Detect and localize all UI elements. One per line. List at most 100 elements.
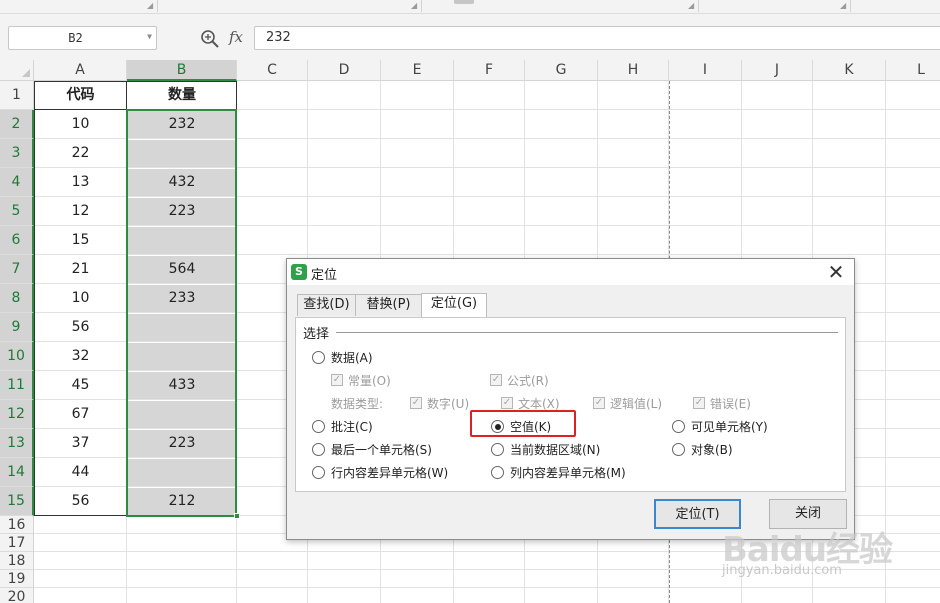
tab-find[interactable]: 查找(D) <box>297 294 356 316</box>
cell-b3[interactable] <box>128 140 236 167</box>
name-box[interactable]: B2 ▼ <box>8 26 157 50</box>
row-header-2[interactable]: 2 <box>0 110 34 139</box>
select-all-corner[interactable] <box>0 60 34 81</box>
formula-input[interactable]: 232 <box>254 26 940 50</box>
cell-b14[interactable] <box>128 459 236 486</box>
row-header-20[interactable]: 20 <box>0 588 34 603</box>
close-icon[interactable]: ✕ <box>824 260 848 284</box>
cell-b5[interactable]: 223 <box>128 198 236 225</box>
radio-button[interactable] <box>312 351 325 364</box>
chevron-down-icon[interactable]: ▼ <box>147 32 152 41</box>
cell-a6[interactable]: 15 <box>35 227 126 254</box>
radio-button[interactable] <box>312 466 325 479</box>
checkbox-label: 公式(R) <box>507 374 549 388</box>
row-header-4[interactable]: 4 <box>0 168 34 197</box>
row-header-10[interactable]: 10 <box>0 342 34 371</box>
column-header-f[interactable]: F <box>454 60 525 81</box>
row-header-9[interactable]: 9 <box>0 313 34 342</box>
column-header-b[interactable]: B <box>127 60 237 81</box>
cell-a14[interactable]: 44 <box>35 459 126 486</box>
radio-button[interactable] <box>312 420 325 433</box>
ribbon-group-launcher-icon[interactable]: ◢ <box>147 2 153 10</box>
radio-button[interactable] <box>491 443 504 456</box>
cell-b10[interactable] <box>128 343 236 370</box>
row-header-12[interactable]: 12 <box>0 400 34 429</box>
column-header-k[interactable]: K <box>813 60 886 81</box>
cell-b8[interactable]: 233 <box>128 285 236 312</box>
checkbox-box: ✓ <box>593 397 605 409</box>
checkbox-label: 错误(E) <box>710 397 751 411</box>
tab-replace[interactable]: 替换(P) <box>355 294 422 316</box>
radio-button[interactable] <box>672 443 685 456</box>
column-header-e[interactable]: E <box>381 60 454 81</box>
column-header-j[interactable]: J <box>742 60 813 81</box>
checkbox-label: 常量(O) <box>348 374 391 388</box>
zoom-search-icon[interactable] <box>200 29 220 49</box>
column-header-i[interactable]: I <box>669 60 742 81</box>
cell-b4[interactable]: 432 <box>128 169 236 196</box>
cell-b11[interactable]: 433 <box>128 372 236 399</box>
radio-button[interactable] <box>312 443 325 456</box>
tab-goto[interactable]: 定位(G) <box>421 293 487 317</box>
ribbon-group-launcher-icon[interactable]: ◢ <box>411 2 417 10</box>
cell-a15[interactable]: 56 <box>35 488 126 515</box>
row-header-16[interactable]: 16 <box>0 516 34 534</box>
ribbon-scroll-thumb[interactable] <box>454 0 474 4</box>
ribbon-group-launcher-icon[interactable]: ◢ <box>688 2 694 10</box>
row-gridline <box>34 167 940 168</box>
cell-a13[interactable]: 37 <box>35 430 126 457</box>
name-box-value: B2 <box>68 31 83 45</box>
radio-button[interactable] <box>672 420 685 433</box>
dialog-titlebar[interactable]: S 定位 ✕ <box>287 259 854 285</box>
row-header-14[interactable]: 14 <box>0 458 34 487</box>
row-header-3[interactable]: 3 <box>0 139 34 168</box>
column-header-d[interactable]: D <box>308 60 381 81</box>
radio-button[interactable] <box>491 466 504 479</box>
row-header-5[interactable]: 5 <box>0 197 34 226</box>
cell-b12[interactable] <box>128 401 236 428</box>
cell-a2[interactable]: 10 <box>35 111 126 138</box>
locate-button[interactable]: 定位(T) <box>654 499 741 529</box>
row-header-8[interactable]: 8 <box>0 284 34 313</box>
row-header-18[interactable]: 18 <box>0 552 34 570</box>
cell-a10[interactable]: 32 <box>35 343 126 370</box>
cell-a9[interactable]: 56 <box>35 314 126 341</box>
cell-a5[interactable]: 12 <box>35 198 126 225</box>
ribbon-separator <box>850 0 851 12</box>
cell-b2[interactable]: 232 <box>128 111 236 138</box>
fill-handle[interactable] <box>234 513 240 519</box>
cell-b15[interactable]: 212 <box>128 488 236 515</box>
fx-icon[interactable]: fx <box>229 28 243 46</box>
cell-b6[interactable] <box>128 227 236 254</box>
row-header-7[interactable]: 7 <box>0 255 34 284</box>
cell-a1[interactable]: 代码 <box>35 82 126 109</box>
cell-b7[interactable]: 564 <box>128 256 236 283</box>
row-header-15[interactable]: 15 <box>0 487 34 516</box>
cell-b13[interactable]: 223 <box>128 430 236 457</box>
row-header-11[interactable]: 11 <box>0 371 34 400</box>
row-gridline <box>34 196 940 197</box>
column-header-a[interactable]: A <box>34 60 127 81</box>
cell-a3[interactable]: 22 <box>35 140 126 167</box>
cell-b9[interactable] <box>128 314 236 341</box>
row-header-1[interactable]: 1 <box>0 81 34 110</box>
row-header-6[interactable]: 6 <box>0 226 34 255</box>
column-header-c[interactable]: C <box>237 60 308 81</box>
cell-a12[interactable]: 67 <box>35 401 126 428</box>
cell-a4[interactable]: 13 <box>35 169 126 196</box>
row-header-13[interactable]: 13 <box>0 429 34 458</box>
cell-a8[interactable]: 10 <box>35 285 126 312</box>
column-header-g[interactable]: G <box>525 60 598 81</box>
cell-a11[interactable]: 45 <box>35 372 126 399</box>
cell-b1[interactable]: 数量 <box>128 82 236 109</box>
dialog-panel: 选择 数据(A) ✓ 常量(O) ✓ 公式(R) 数据类型: ✓ 数字(U) ✓… <box>295 317 846 492</box>
cell-a7[interactable]: 21 <box>35 256 126 283</box>
ribbon-group-launcher-icon[interactable]: ◢ <box>840 2 846 10</box>
row-header-19[interactable]: 19 <box>0 570 34 588</box>
column-gridline <box>126 81 127 603</box>
column-header-l[interactable]: L <box>886 60 940 81</box>
row-header-17[interactable]: 17 <box>0 534 34 552</box>
app-logo-icon: S <box>291 264 307 280</box>
column-header-h[interactable]: H <box>598 60 669 81</box>
close-button[interactable]: 关闭 <box>769 499 847 529</box>
